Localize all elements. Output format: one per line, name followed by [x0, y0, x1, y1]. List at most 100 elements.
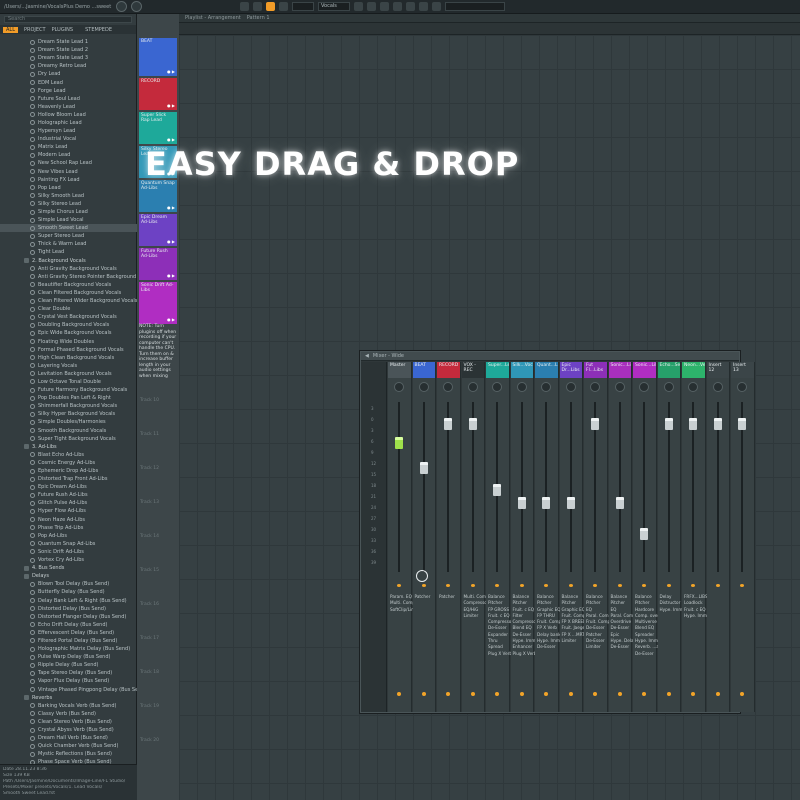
pan-knob[interactable] [639, 382, 650, 392]
help-button[interactable] [432, 2, 441, 11]
browser-folder[interactable]: Reverbs [0, 694, 137, 702]
browser-preset[interactable]: Hollow Bloom Lead [0, 111, 137, 119]
browser-preset[interactable]: Clean Filtered Background Vocals [0, 289, 137, 297]
browser-preset[interactable]: Smooth Sweet Lead [0, 224, 137, 233]
browser-preset[interactable]: Sonic Drift Ad-Libs [0, 548, 137, 556]
browser-folder[interactable]: 4. Bus Sends [0, 564, 137, 572]
track-label[interactable]: Track 20 [140, 738, 159, 743]
browser-preset[interactable]: Simple Doubles/Harmonies [0, 418, 137, 426]
mixer-strip-label[interactable]: Epic Dr...Libs [559, 362, 582, 378]
mixer-strip-label[interactable]: Sonic...Libs [633, 362, 656, 378]
mixer-view-button[interactable] [393, 2, 402, 11]
browser-preset[interactable]: Shimmerfall Background Vocals [0, 402, 137, 410]
browser-preset[interactable]: Pulse Warp Delay (Bus Send) [0, 653, 137, 661]
volume-fader[interactable] [395, 436, 404, 449]
mute-switch-icon[interactable] [519, 692, 524, 696]
browser-view-button[interactable] [406, 2, 415, 11]
mixer-strip[interactable]: Quant...LibsBalance Pitcher Graphic EQ F… [535, 362, 564, 712]
volume-fader[interactable] [444, 417, 453, 430]
mixer-menu-icon[interactable]: ◀ [365, 353, 369, 359]
browser-preset[interactable]: Industrial Vocal [0, 135, 137, 143]
channel-rack-view-button[interactable] [380, 2, 389, 11]
browser-preset[interactable]: Hypersyn Lead [0, 127, 137, 135]
metronome-button[interactable] [253, 2, 262, 11]
mute-switch-icon[interactable] [691, 692, 696, 696]
clip-controls-icon[interactable]: ● ▶ [167, 137, 175, 142]
route-indicator-icon[interactable] [446, 584, 451, 587]
browser-preset[interactable]: Super Tight Background Vocals [0, 435, 137, 443]
browser-preset[interactable]: Quantum Snap Ad-Libs [0, 540, 137, 548]
mixer-strip[interactable]: VOX - REC Multi. Comp Compressor EQ/HiG L… [461, 362, 489, 712]
pan-knob[interactable] [688, 382, 699, 392]
master-pitch-knob[interactable] [131, 1, 142, 12]
pattern-selector[interactable]: Vocals [318, 2, 350, 11]
mute-switch-icon[interactable] [617, 692, 622, 696]
track-label[interactable]: Track 18 [140, 670, 159, 675]
mixer-strip[interactable]: Sonic...LibsBalance Pitcher EQ Paral. Co… [608, 362, 636, 712]
browser-preset[interactable]: Dream Hall Verb (Bus Send) [0, 734, 137, 742]
route-indicator-icon[interactable] [740, 584, 745, 587]
route-indicator-icon[interactable] [544, 584, 549, 587]
mixer-strip[interactable]: Silk...VocalsBalance Pitcher Fruit. c EQ… [510, 362, 539, 712]
clip-controls-icon[interactable]: ● ▶ [167, 273, 175, 278]
mute-switch-icon[interactable] [740, 692, 745, 696]
track-label[interactable]: Track 13 [140, 500, 159, 505]
volume-fader[interactable] [468, 417, 477, 430]
volume-fader[interactable] [640, 528, 649, 541]
mixer-strip-label[interactable]: Master [388, 362, 411, 378]
browser-preset[interactable]: Dream State Lead 2 [0, 46, 137, 54]
browser-preset[interactable]: Pop Lead [0, 184, 137, 192]
clip-controls-icon[interactable]: ● ▶ [167, 103, 175, 108]
pan-knob[interactable] [516, 382, 527, 392]
browser-preset[interactable]: Future Harmony Background Vocals [0, 386, 137, 394]
mute-switch-icon[interactable] [715, 692, 720, 696]
pan-knob[interactable] [443, 382, 454, 392]
pan-knob[interactable] [418, 382, 429, 392]
mixer-strip[interactable]: Fut Fl...Libs Balance Pitcher EQ Paral. C… [584, 362, 611, 712]
fx-slots[interactable]: Patcher [439, 594, 455, 600]
browser-preset[interactable]: Epic Dream Ad-Libs [0, 483, 137, 491]
browser-preset[interactable]: Distorted Trap Front Ad-Libs [0, 475, 137, 483]
browser-preset[interactable]: Tight Lead [0, 248, 137, 256]
browser-preset[interactable]: Modern Lead [0, 151, 137, 159]
browser-preset[interactable]: Future Rush Ad-Libs [0, 491, 137, 499]
volume-fader[interactable] [738, 417, 747, 430]
volume-fader[interactable] [419, 462, 428, 475]
mixer-strip[interactable]: Echo...SendDelay Distructor Hype. Imme. [657, 362, 686, 712]
browser-tab-1[interactable]: PROJECT [24, 27, 46, 33]
browser-preset[interactable]: Ripple Delay (Bus Send) [0, 661, 137, 669]
master-volume-knob[interactable] [116, 1, 127, 12]
browser-preset[interactable]: Neon Haze Ad-Libs [0, 516, 137, 524]
mute-switch-icon[interactable] [446, 692, 451, 696]
mixer-strip-label[interactable]: VOX - REC [461, 362, 484, 378]
route-indicator-icon[interactable] [421, 584, 426, 587]
browser-preset[interactable]: EDM Lead [0, 78, 137, 86]
mute-switch-icon[interactable] [397, 692, 402, 696]
browser-preset[interactable]: Simple Chorus Lead [0, 208, 137, 216]
browser-preset[interactable]: Crystal Vest Background Vocals [0, 313, 137, 321]
fx-slots[interactable]: Multi. Comp Compressor EQ/HiG Limiter [464, 594, 489, 619]
track-clip[interactable]: RECORD ● ▶ [139, 78, 177, 110]
browser-preset[interactable]: Butterfly Delay (Bus Send) [0, 588, 137, 596]
fx-slots[interactable]: Balance Pitcher EQ Paral. Comp Fruit. Co… [586, 594, 611, 651]
volume-fader[interactable] [591, 417, 600, 430]
browser-preset[interactable]: Dream State Lead 1 [0, 38, 137, 46]
browser-preset[interactable]: Echo Drift Delay (Bus Send) [0, 621, 137, 629]
mute-switch-icon[interactable] [470, 692, 475, 696]
fx-slots[interactable]: Patcher [415, 594, 431, 600]
browser-preset[interactable]: Formal Phased Background Vocals [0, 346, 137, 354]
track-clip[interactable]: Quantum Snap Ad-Libs ● ▶ [139, 180, 177, 212]
browser-preset[interactable]: Epic Wide Background Vocals [0, 329, 137, 337]
volume-fader[interactable] [664, 417, 673, 430]
mixer-strip-label[interactable]: BEAT [412, 362, 435, 378]
browser-preset[interactable]: Beautifier Background Vocals [0, 281, 137, 289]
pan-knob[interactable] [492, 382, 503, 392]
volume-fader[interactable] [566, 496, 575, 509]
browser-preset[interactable]: Ephemeric Drop Ad-Libs [0, 467, 137, 475]
mute-switch-icon[interactable] [421, 692, 426, 696]
mixer-strip-label[interactable]: Sonic...Libs [608, 362, 631, 378]
volume-fader[interactable] [689, 417, 698, 430]
browser-preset[interactable]: Blast Echo Ad-Libs [0, 451, 137, 459]
browser-tab-0[interactable]: ALL [3, 26, 18, 33]
pan-knob[interactable] [737, 382, 748, 392]
